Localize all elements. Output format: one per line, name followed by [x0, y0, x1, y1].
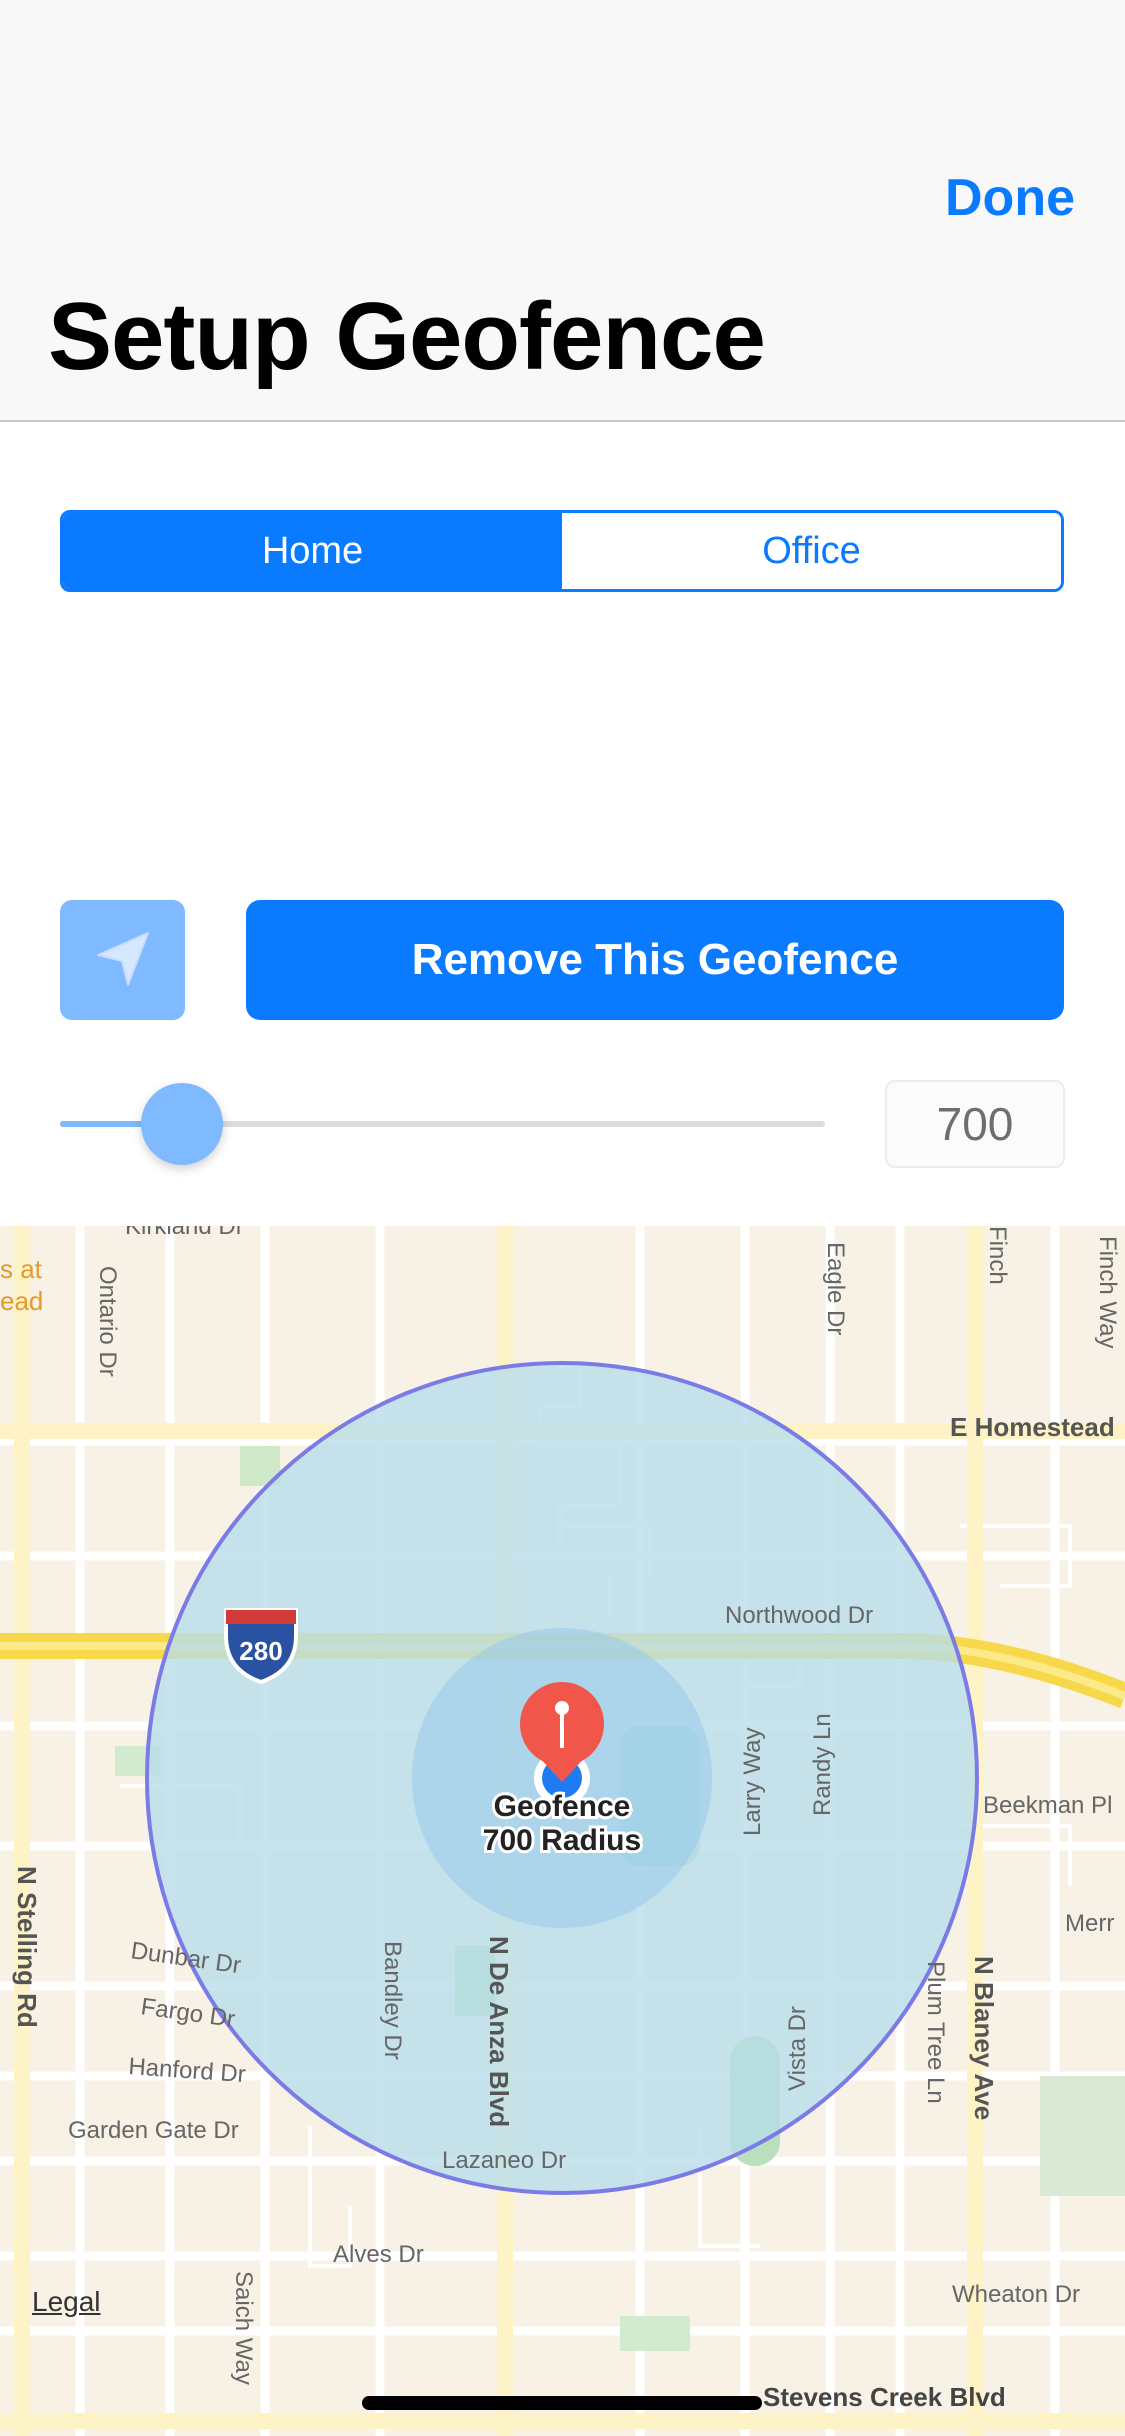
street-label: Bandley Dr: [379, 1941, 406, 2060]
radius-slider[interactable]: [60, 1083, 825, 1165]
street-label: Garden Gate Dr: [68, 2117, 239, 2144]
radius-value-field[interactable]: 700: [885, 1080, 1065, 1168]
geofence-name-label: Geofence: [494, 1790, 631, 1823]
street-label: ead: [0, 1286, 43, 1316]
radius-slider-thumb[interactable]: [141, 1083, 224, 1165]
street-label: Stevens Creek Blvd: [763, 2382, 1006, 2412]
street-label: E Homestead: [950, 1412, 1115, 1442]
page-title: Setup Geofence: [48, 283, 766, 390]
location-segmented-control: Home Office: [60, 510, 1064, 592]
geofence-callout-labels: Geofence 700 Radius: [480, 1787, 644, 1860]
map-view[interactable]: 280 Kirkland Dr Ontario Dr Eagle Dr Finc…: [0, 1226, 1125, 2436]
geofence-radius-label: 700 Radius: [483, 1824, 641, 1857]
street-label: Merr: [1065, 1910, 1114, 1937]
street-label: N Blaney Ave: [969, 1956, 999, 2120]
street-label: N De Anza Blvd: [484, 1936, 514, 2127]
street-label: Finch Way: [1094, 1236, 1121, 1348]
current-location-button[interactable]: [60, 900, 185, 1020]
street-label: Hanford Dr: [128, 2053, 247, 2088]
segment-home[interactable]: Home: [63, 513, 562, 589]
street-label: N Stelling Rd: [12, 1866, 42, 2028]
street-label: Ontario Dr: [94, 1266, 121, 1377]
street-label: Lazaneo Dr: [442, 2147, 566, 2174]
street-label: Saich Way: [230, 2271, 257, 2385]
street-label: Larry Way: [739, 1728, 766, 1836]
street-label: Wheaton Dr: [952, 2281, 1080, 2308]
map-canvas: 280 Kirkland Dr Ontario Dr Eagle Dr Finc…: [0, 1226, 1125, 2436]
street-label: Alves Dr: [333, 2241, 424, 2268]
location-arrow-icon: [96, 932, 149, 986]
home-indicator[interactable]: [362, 2396, 762, 2410]
done-button[interactable]: Done: [945, 168, 1075, 228]
remove-geofence-button[interactable]: Remove This Geofence: [246, 900, 1064, 1020]
street-label: Plum Tree Ln: [922, 1961, 949, 2104]
segment-office[interactable]: Office: [562, 513, 1061, 589]
street-label: Kirkland Dr: [125, 1226, 244, 1240]
street-label: Beekman Pl: [983, 1792, 1112, 1819]
legal-link[interactable]: Legal: [32, 2286, 101, 2318]
navigation-bar: Done Setup Geofence: [0, 0, 1125, 422]
highway-shield-label: 280: [239, 1636, 282, 1666]
street-label: Finch: [984, 1226, 1011, 1285]
street-label: Randy Ln: [809, 1713, 836, 1816]
street-label: s at: [0, 1254, 43, 1284]
street-label: Vista Dr: [784, 2006, 811, 2091]
street-label: Northwood Dr: [725, 1602, 873, 1629]
street-label: Eagle Dr: [822, 1242, 849, 1335]
